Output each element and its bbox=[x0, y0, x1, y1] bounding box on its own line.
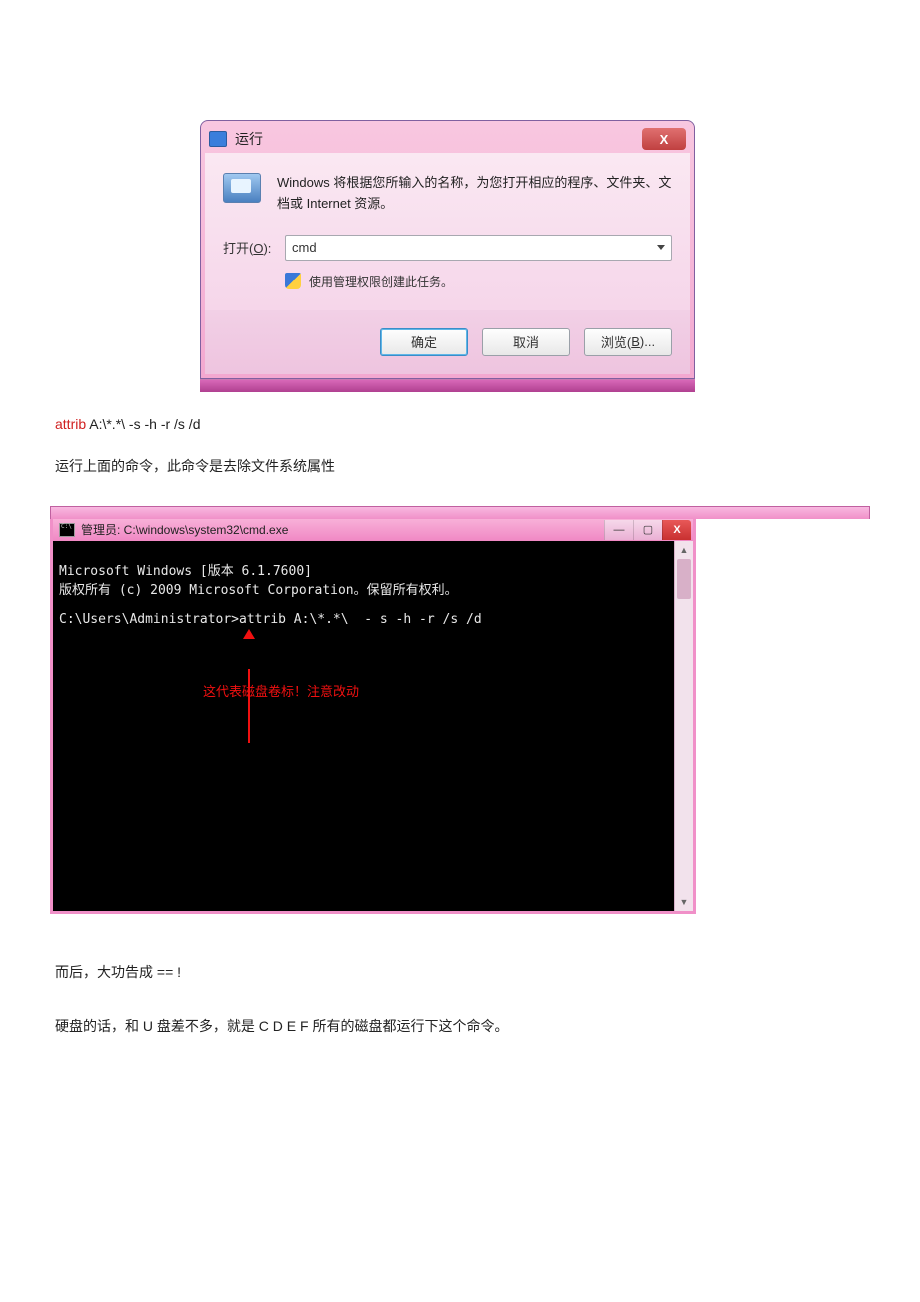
admin-note: 使用管理权限创建此任务。 bbox=[309, 273, 453, 290]
cmd-line: Microsoft Windows [版本 6.1.7600] bbox=[59, 560, 668, 579]
after-text-1: 而后，大功告成 == ! bbox=[55, 962, 870, 982]
scrollbar[interactable]: ▲ ▼ bbox=[674, 541, 693, 911]
close-icon: X bbox=[660, 132, 669, 147]
chevron-down-icon[interactable] bbox=[657, 245, 665, 250]
run-description: Windows 将根据您所输入的名称，为您打开相应的程序、文件夹、文档或 Int… bbox=[277, 173, 672, 215]
run-titlebar[interactable]: 运行 X bbox=[205, 125, 690, 153]
open-combobox[interactable]: cmd bbox=[285, 235, 672, 261]
explain-text: 运行上面的命令，此命令是去除文件系统属性 bbox=[55, 456, 870, 476]
after-text-2: 硬盘的话，和 U 盘差不多，就是 C D E F 所有的磁盘都运行下这个命令。 bbox=[55, 1016, 870, 1036]
scroll-down-button[interactable]: ▼ bbox=[675, 893, 693, 911]
ok-button[interactable]: 确定 bbox=[380, 328, 468, 356]
scroll-up-button[interactable]: ▲ bbox=[675, 541, 693, 559]
run-dialog-icon bbox=[223, 173, 261, 203]
command-line-text: attrib A:\*.*\ -s -h -r /s /d bbox=[55, 416, 870, 432]
cmd-title: 管理员: C:\windows\system32\cmd.exe bbox=[81, 521, 604, 538]
maximize-button[interactable]: ▢ bbox=[633, 520, 662, 540]
run-buttonbar: 确定 取消 浏览(B)... bbox=[205, 310, 690, 374]
run-dialog: 运行 X Windows 将根据您所输入的名称，为您打开相应的程序、文件夹、文档… bbox=[200, 120, 695, 392]
command-keyword: attrib bbox=[55, 416, 86, 432]
close-icon: X bbox=[673, 524, 680, 536]
close-button[interactable]: X bbox=[662, 520, 691, 540]
cmd-figure: 管理员: C:\windows\system32\cmd.exe — ▢ X M… bbox=[50, 506, 870, 914]
cmd-window: 管理员: C:\windows\system32\cmd.exe — ▢ X M… bbox=[50, 519, 696, 914]
open-value: cmd bbox=[292, 240, 317, 255]
cancel-button[interactable]: 取消 bbox=[482, 328, 570, 356]
shield-icon bbox=[285, 273, 301, 289]
admin-note-row: 使用管理权限创建此任务。 bbox=[285, 273, 672, 290]
run-title: 运行 bbox=[235, 129, 642, 149]
minimize-button[interactable]: — bbox=[604, 520, 633, 540]
cmd-line: 版权所有 (c) 2009 Microsoft Corporation。保留所有… bbox=[59, 579, 668, 598]
arrow-up-icon bbox=[243, 629, 255, 639]
scroll-thumb[interactable] bbox=[677, 559, 691, 599]
close-button[interactable]: X bbox=[642, 128, 686, 150]
annotation-text: 这代表磁盘卷标！注意改动 bbox=[203, 681, 359, 700]
cmd-line: C:\Users\Administrator>attrib A:\*.*\ - … bbox=[59, 612, 668, 627]
taskbar-sliver bbox=[200, 379, 695, 392]
open-label: 打开(O): bbox=[223, 238, 285, 257]
cmd-titlebar[interactable]: 管理员: C:\windows\system32\cmd.exe — ▢ X bbox=[53, 519, 693, 541]
browse-button[interactable]: 浏览(B)... bbox=[584, 328, 672, 356]
cmd-output[interactable]: Microsoft Windows [版本 6.1.7600]版权所有 (c) … bbox=[53, 541, 674, 911]
window-controls: — ▢ X bbox=[604, 520, 691, 540]
background-sliver bbox=[50, 506, 870, 519]
cmd-app-icon bbox=[59, 523, 75, 537]
run-app-icon bbox=[209, 131, 227, 147]
command-args: A:\*.*\ -s -h -r /s /d bbox=[86, 416, 200, 432]
